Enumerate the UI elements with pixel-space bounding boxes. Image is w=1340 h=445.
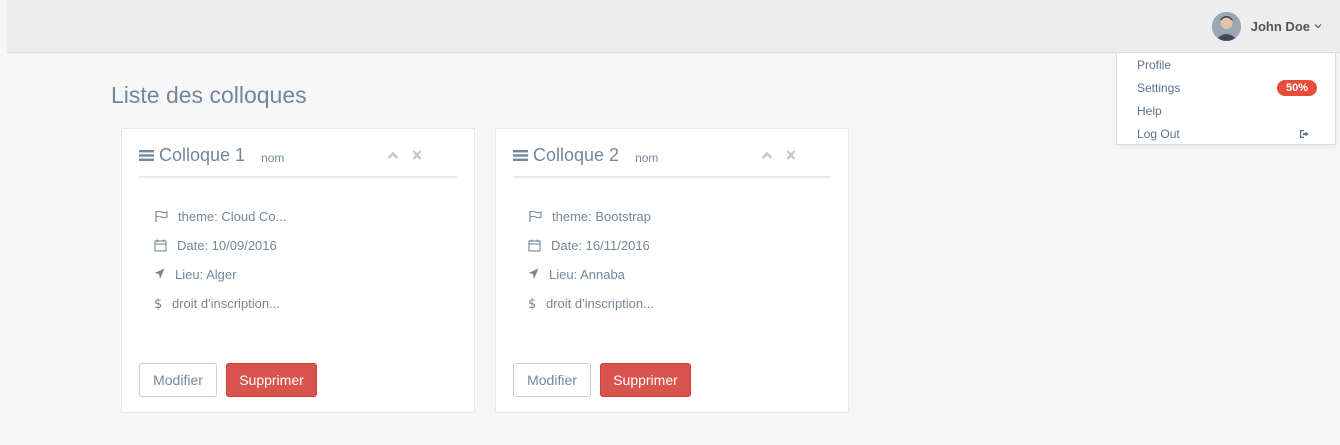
- theme-text: theme: Bootstrap: [552, 208, 651, 224]
- user-avatar: [1211, 11, 1241, 41]
- menu-item-label: Settings: [1137, 80, 1181, 95]
- theme-row: theme: Bootstrap: [528, 207, 651, 225]
- sign-out-icon: [1300, 129, 1309, 138]
- menu-item-profile[interactable]: Profile: [1137, 53, 1315, 76]
- panel-header: Colloque 2 nom: [513, 143, 831, 178]
- date-row: Date: 10/09/2016: [154, 236, 277, 254]
- date-text: Date: 16/11/2016: [551, 237, 650, 253]
- close-icon[interactable]: [411, 150, 423, 160]
- lieu-row: Lieu: Alger: [154, 265, 236, 283]
- location-arrow-icon: [154, 268, 165, 279]
- panel-title: Colloque 1: [159, 145, 246, 165]
- menu-item-logout[interactable]: Log Out: [1137, 122, 1315, 145]
- user-dropdown-menu: Profile Settings 50% Help Log Out: [1116, 53, 1336, 145]
- panel-toolbox: [387, 150, 423, 160]
- dollar-icon: $: [528, 297, 536, 310]
- menu-item-label: Help: [1137, 103, 1162, 118]
- date-text: Date: 10/09/2016: [177, 237, 277, 253]
- user-name: John Doe: [1250, 18, 1310, 34]
- date-row: Date: 16/11/2016: [528, 236, 650, 254]
- colloque-panel: Colloque 2 nom theme: Bootstrap Date: 16…: [495, 128, 849, 413]
- page-title: Liste des colloques: [111, 82, 307, 108]
- lieu-row: Lieu: Annaba: [528, 265, 625, 283]
- chevron-down-icon: [1314, 24, 1322, 29]
- menu-item-settings[interactable]: Settings 50%: [1137, 76, 1317, 99]
- menu-item-label: Log Out: [1137, 126, 1180, 141]
- flag-icon: [529, 210, 542, 222]
- menu-item-label: Profile: [1137, 57, 1172, 72]
- droit-text: droit d'inscription...: [172, 295, 280, 311]
- droit-row: $ droit d'inscription...: [528, 294, 654, 312]
- lieu-text: Lieu: Annaba: [549, 266, 625, 282]
- panel-title: Colloque 2: [533, 145, 620, 165]
- flag-icon: [155, 210, 168, 222]
- location-arrow-icon: [528, 268, 539, 279]
- user-menu-toggle[interactable]: John Doe: [1211, 10, 1322, 42]
- panel-subtitle: nom: [635, 151, 659, 165]
- colloque-panel: Colloque 1 nom theme: Cloud Co... Date: …: [121, 128, 475, 413]
- dollar-icon: $: [154, 297, 162, 310]
- calendar-icon: [154, 239, 167, 252]
- modify-button[interactable]: Modifier: [513, 363, 591, 397]
- droit-row: $ droit d'inscription...: [154, 294, 280, 312]
- droit-text: droit d'inscription...: [546, 295, 654, 311]
- bars-icon: [513, 150, 528, 161]
- panel-header: Colloque 1 nom: [139, 143, 457, 178]
- modify-button[interactable]: Modifier: [139, 363, 217, 397]
- close-icon[interactable]: [785, 150, 797, 160]
- bars-icon: [139, 150, 154, 161]
- theme-row: theme: Cloud Co...: [154, 207, 286, 225]
- lieu-text: Lieu: Alger: [175, 266, 237, 282]
- theme-text: theme: Cloud Co...: [178, 208, 287, 224]
- settings-badge: 50%: [1276, 79, 1317, 96]
- menu-item-help[interactable]: Help: [1137, 99, 1315, 122]
- calendar-icon: [528, 239, 541, 252]
- svg-text:$: $: [154, 297, 162, 310]
- panel-subtitle: nom: [261, 151, 285, 165]
- panel-toolbox: [761, 150, 797, 160]
- svg-text:$: $: [528, 297, 536, 310]
- delete-button[interactable]: Supprimer: [226, 363, 317, 397]
- chevron-up-icon[interactable]: [387, 150, 399, 160]
- chevron-up-icon[interactable]: [761, 150, 773, 160]
- delete-button[interactable]: Supprimer: [600, 363, 691, 397]
- top-navbar: John Doe: [7, 0, 1340, 53]
